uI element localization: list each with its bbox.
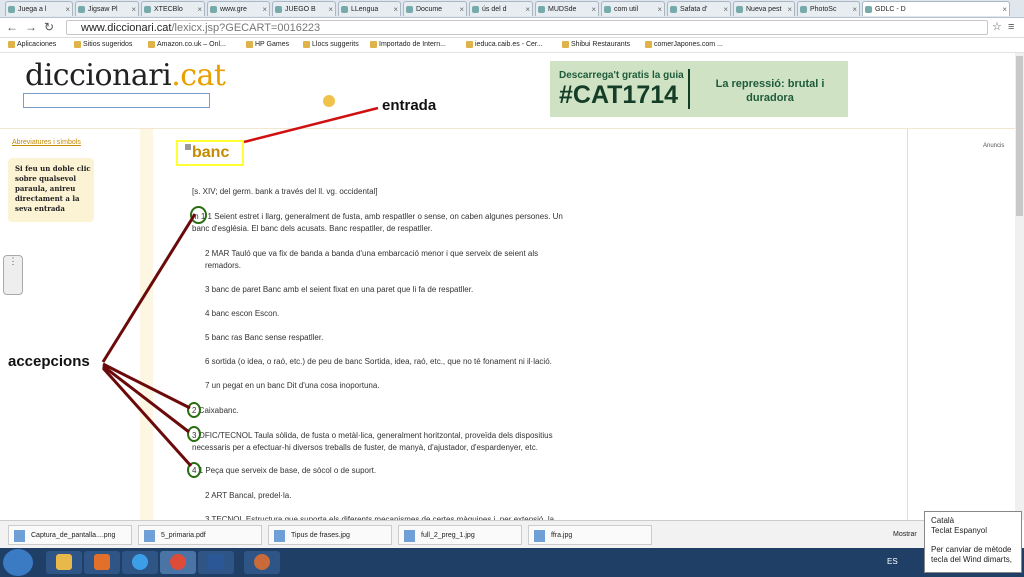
- taskbar-word[interactable]: [198, 551, 234, 574]
- app-icon: [254, 554, 270, 570]
- chrome-icon: [170, 554, 186, 570]
- ime-line2: Teclat Espanyol: [931, 526, 988, 535]
- file-icon: [534, 530, 545, 542]
- download-filename: ffra.jpg: [551, 532, 573, 539]
- media-player-icon: [94, 554, 110, 570]
- ime-line1: Català: [931, 516, 955, 525]
- download-item[interactable]: ffra.jpg: [528, 525, 652, 545]
- show-all-downloads-link[interactable]: Mostrar: [893, 525, 917, 545]
- download-filename: 5_primaria.pdf: [161, 532, 206, 539]
- ime-line4: tecla del Wind dimarts,: [931, 555, 1012, 564]
- download-filename: Captura_de_pantalla....png: [31, 532, 116, 539]
- ime-tooltip: Català Teclat Espanyol Per canviar de mè…: [924, 511, 1022, 573]
- internet-explorer-icon: [132, 554, 148, 570]
- folder-icon: [56, 554, 72, 570]
- file-icon: [144, 530, 155, 542]
- language-indicator[interactable]: ES: [887, 557, 898, 566]
- taskbar-chrome[interactable]: [160, 551, 196, 574]
- annotation-entrada: entrada: [382, 97, 437, 114]
- taskbar-ie[interactable]: [122, 551, 158, 574]
- download-item[interactable]: Tipus de frases.jpg: [268, 525, 392, 545]
- file-icon: [404, 530, 415, 542]
- start-button[interactable]: [3, 549, 33, 576]
- taskbar-app[interactable]: [244, 551, 280, 574]
- taskbar-explorer[interactable]: [46, 551, 82, 574]
- download-item[interactable]: full_2_preg_1.jpg: [398, 525, 522, 545]
- annotation-arrows: [101, 106, 379, 468]
- scrollbar-thumb[interactable]: [1016, 56, 1023, 216]
- annotation-accepcions: accepcions: [8, 353, 90, 370]
- download-filename: full_2_preg_1.jpg: [421, 532, 475, 539]
- windows-taskbar: [0, 548, 1024, 577]
- file-icon: [14, 530, 25, 542]
- taskbar-media[interactable]: [84, 551, 120, 574]
- ime-line3: Per canviar de mètode: [931, 545, 1012, 554]
- file-icon: [274, 530, 285, 542]
- word-icon: [208, 554, 224, 570]
- download-filename: Tipus de frases.jpg: [291, 532, 350, 539]
- download-item[interactable]: 5_primaria.pdf: [138, 525, 262, 545]
- download-item[interactable]: Captura_de_pantalla....png: [8, 525, 132, 545]
- downloads-bar: Captura_de_pantalla....png 5_primaria.pdf…: [0, 520, 925, 549]
